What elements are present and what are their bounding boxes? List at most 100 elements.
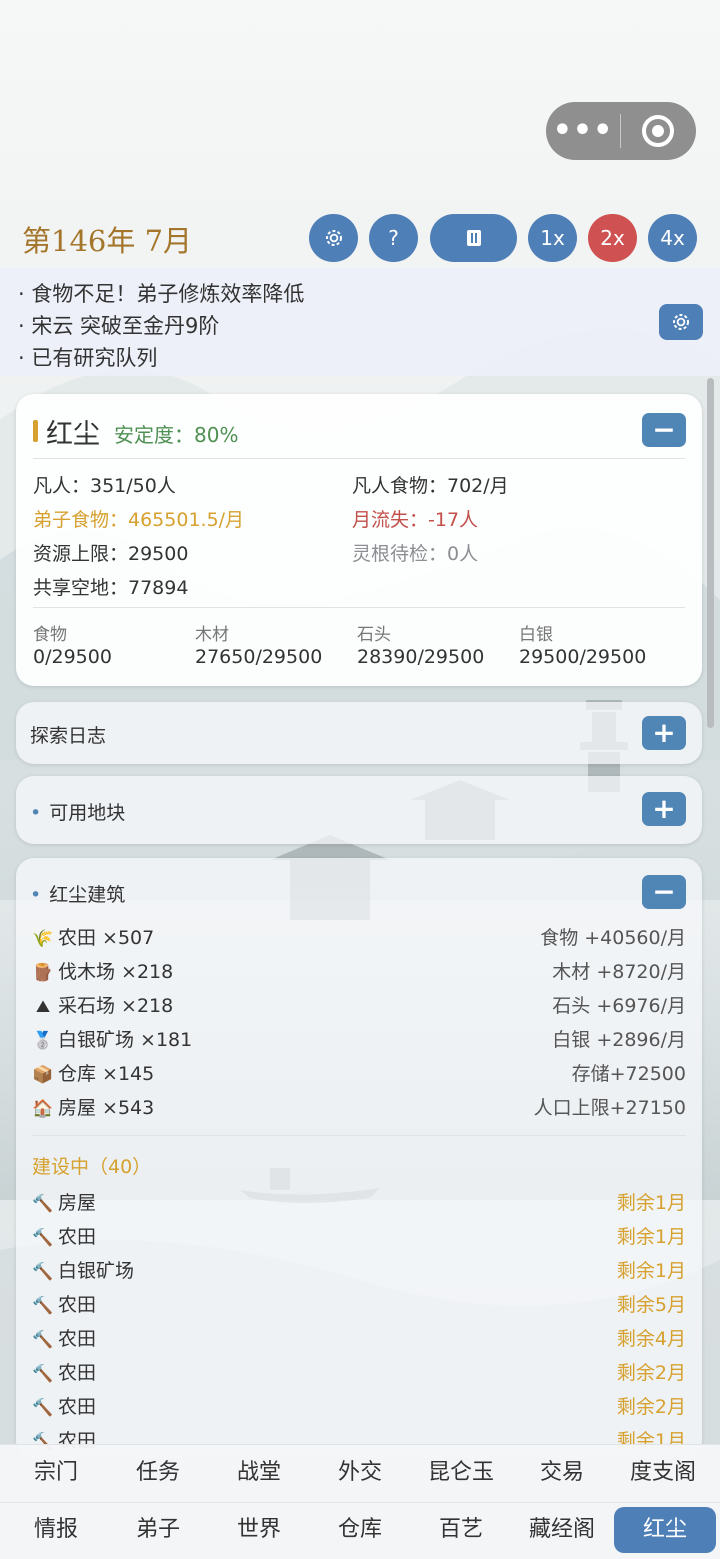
mortal-count: 凡人：351/50人: [33, 475, 176, 497]
building-output: 食物 +40560/月: [540, 927, 686, 949]
section-title: • 红尘建筑: [30, 880, 125, 907]
construction-row: 🔨 白银矿场 剩余1月: [32, 1254, 686, 1284]
card-title: 红尘: [46, 419, 100, 450]
resource-value: 29500/29500: [519, 646, 647, 668]
tab-diplomacy[interactable]: 外交: [309, 1450, 411, 1496]
help-button[interactable]: ?: [369, 214, 418, 262]
notice-settings-button[interactable]: [659, 304, 703, 340]
construction-name: 农田: [58, 1294, 97, 1316]
tab-treasury[interactable]: 度支阁: [612, 1450, 714, 1496]
scrollbar[interactable]: [707, 378, 714, 728]
shared-land: 共享空地：77894: [33, 577, 189, 599]
hammer-icon: 🔨: [32, 1296, 54, 1316]
notice-item: · 宋云 突破至金丹9阶: [18, 314, 220, 338]
tab-warehouse[interactable]: 仓库: [309, 1507, 411, 1553]
miniprogram-capsule: •••: [546, 102, 696, 160]
explore-log-section[interactable]: 探索日志 +: [16, 702, 702, 764]
bullet-icon: •: [30, 802, 42, 824]
notice-panel: · 食物不足！弟子修炼效率降低 · 宋云 突破至金丹9阶 · 已有研究队列: [0, 268, 720, 376]
resource-cap: 资源上限：29500: [33, 543, 189, 565]
section-title-text: 红尘建筑: [49, 884, 126, 906]
settings-button[interactable]: [309, 214, 358, 262]
pause-icon: [466, 230, 481, 246]
medal-icon: 🥈: [32, 1031, 54, 1051]
box-icon: 📦: [32, 1065, 54, 1085]
stability-label: 安定度：80%: [114, 423, 239, 447]
available-plots-section[interactable]: • 可用地块 +: [16, 776, 702, 844]
under-construction-header: 建设中（40）: [32, 1156, 152, 1178]
construction-row: 🔨 农田 剩余2月: [32, 1356, 686, 1386]
building-output: 存储+72500: [571, 1063, 686, 1085]
resource-name: 白银: [519, 625, 553, 645]
tab-war-hall[interactable]: 战堂: [208, 1450, 310, 1496]
top-bar: 第146年 7月 ? 1x 2x 4x: [0, 212, 720, 264]
resource-name: 木材: [195, 625, 229, 645]
building-row: 🌾 农田 ×507 食物 +40560/月: [32, 921, 686, 951]
building-name: 伐木场 ×218: [58, 961, 174, 983]
game-date: 第146年 7月: [22, 224, 193, 258]
bullet-icon: •: [30, 884, 42, 906]
building-row: 🥈 白银矿场 ×181 白银 +2896/月: [32, 1023, 686, 1053]
tab-crafts[interactable]: 百艺: [410, 1507, 512, 1553]
building-output: 木材 +8720/月: [552, 961, 686, 983]
divider: [33, 458, 685, 459]
speed-1x-button[interactable]: 1x: [528, 214, 577, 262]
gear-icon: [325, 230, 342, 246]
notice-item: · 食物不足！弟子修炼效率降低: [18, 282, 305, 306]
target-icon: [642, 115, 674, 147]
building-row: 📦 仓库 ×145 存储+72500: [32, 1057, 686, 1087]
expand-button[interactable]: +: [642, 716, 686, 750]
collapse-button[interactable]: −: [642, 413, 686, 447]
expand-button[interactable]: +: [642, 792, 686, 826]
title-accent-bar: [33, 420, 38, 442]
tab-sect[interactable]: 宗门: [5, 1450, 107, 1496]
resource-value: 28390/29500: [357, 646, 485, 668]
section-title-text: 可用地块: [49, 802, 126, 824]
pause-button[interactable]: [430, 214, 517, 262]
construction-row: 🔨 农田 剩余5月: [32, 1288, 686, 1318]
tab-intel[interactable]: 情报: [5, 1507, 107, 1553]
construction-row: 🔨 农田 剩余2月: [32, 1390, 686, 1420]
tab-disciples[interactable]: 弟子: [107, 1507, 209, 1553]
tab-trade[interactable]: 交易: [511, 1450, 613, 1496]
building-output: 石头 +6976/月: [552, 995, 686, 1017]
building-name: 白银矿场 ×181: [58, 1029, 193, 1051]
divider: [32, 1135, 686, 1136]
construction-remaining: 剩余2月: [616, 1362, 686, 1384]
hammer-icon: 🔨: [32, 1398, 54, 1418]
resource-name: 石头: [357, 625, 391, 645]
tab-hongchen[interactable]: 红尘: [614, 1507, 716, 1553]
bottom-tab-bar: 宗门 任务 战堂 外交 昆仑玉 交易 度支阁 情报 弟子 世界 仓库 百艺 藏经…: [0, 1444, 720, 1559]
tab-missions[interactable]: 任务: [107, 1450, 209, 1496]
building-row: 🪵 伐木场 ×218 木材 +8720/月: [32, 955, 686, 985]
building-name: 农田 ×507: [58, 927, 155, 949]
construction-name: 农田: [58, 1226, 97, 1248]
more-menu-button[interactable]: •••: [546, 102, 620, 160]
building-name: 房屋 ×543: [58, 1097, 155, 1119]
close-miniprogram-button[interactable]: [621, 115, 695, 147]
construction-row: 🔨 房屋 剩余1月: [32, 1186, 686, 1216]
speed-2x-button[interactable]: 2x: [588, 214, 637, 262]
hongchen-status-card: 红尘 安定度：80% − 凡人：351/50人 凡人食物：702/月 弟子食物：…: [16, 394, 702, 686]
resource-name: 食物: [33, 625, 67, 645]
disciple-food: 弟子食物：465501.5/月: [33, 509, 245, 531]
construction-name: 白银矿场: [58, 1260, 135, 1282]
section-title: 探索日志: [30, 725, 107, 747]
construction-remaining: 剩余5月: [616, 1294, 686, 1316]
section-title: • 可用地块: [30, 798, 125, 825]
construction-remaining: 剩余1月: [616, 1226, 686, 1248]
speed-4x-button[interactable]: 4x: [648, 214, 697, 262]
tab-world[interactable]: 世界: [208, 1507, 310, 1553]
hammer-icon: 🔨: [32, 1194, 54, 1214]
resource-value: 0/29500: [33, 646, 112, 668]
collapse-button[interactable]: −: [642, 875, 686, 909]
construction-name: 农田: [58, 1362, 97, 1384]
construction-remaining: 剩余2月: [616, 1396, 686, 1418]
building-row: 🏠 房屋 ×543 人口上限+27150: [32, 1091, 686, 1121]
tab-library[interactable]: 藏经阁: [511, 1507, 613, 1553]
divider: [33, 607, 685, 608]
tab-kunlun-jade[interactable]: 昆仑玉: [410, 1450, 512, 1496]
building-output: 白银 +2896/月: [552, 1029, 686, 1051]
construction-row: 🔨 农田 剩余1月: [32, 1220, 686, 1250]
building-name: 仓库 ×145: [58, 1063, 155, 1085]
